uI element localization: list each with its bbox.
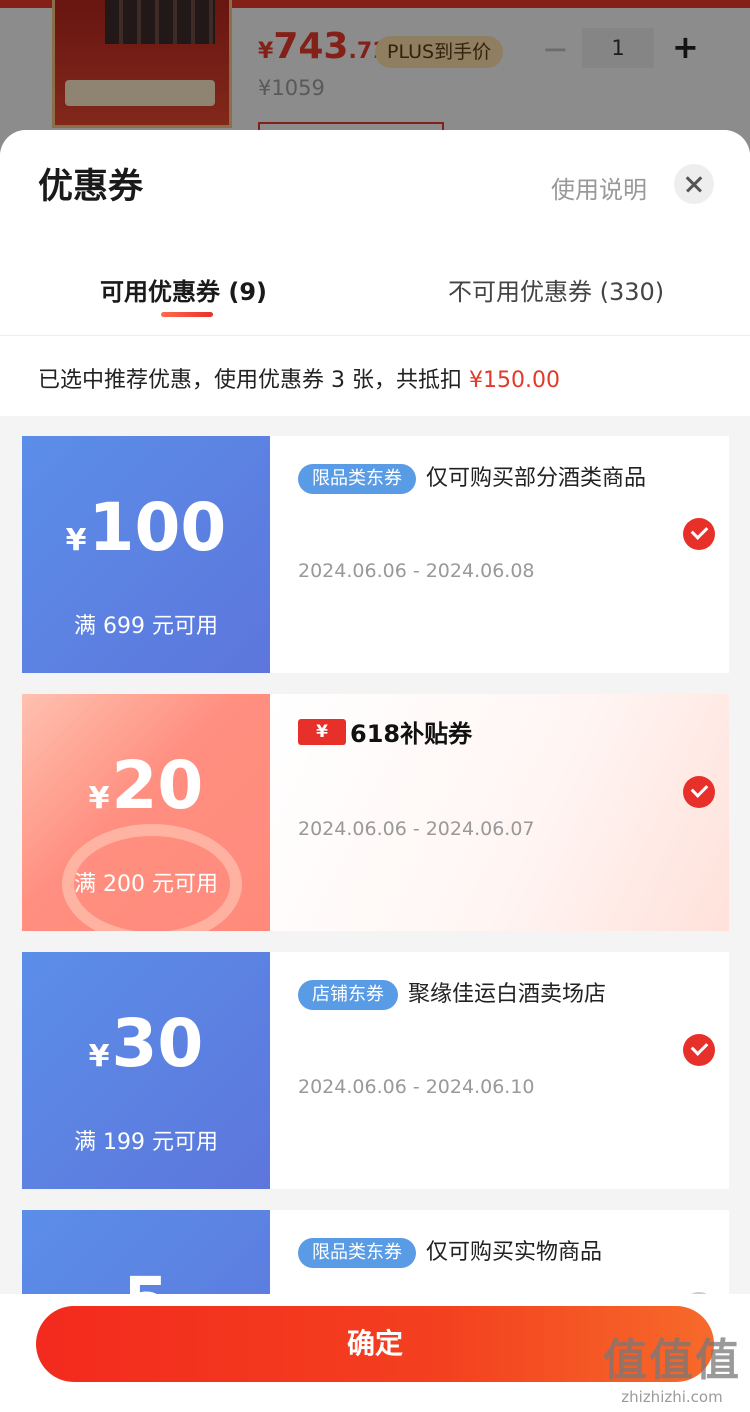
coupon-condition: 满 699 元可用	[74, 614, 218, 639]
yen-ticket-icon: ¥	[298, 718, 346, 745]
coupon-description-text: 仅可购买实物商品	[426, 1240, 603, 1265]
coupon-value-panel: ¥30 满 199 元可用	[22, 952, 270, 1189]
usage-instructions-link[interactable]: 使用说明	[551, 170, 647, 205]
coupon-type-tag: 限品类东券	[298, 464, 416, 494]
coupon-card[interactable]: ¥30 满 199 元可用 店铺东券 聚缘佳运白酒卖场店 2024.06.06 -…	[22, 952, 729, 1189]
coupon-description: 限品类东券 仅可购买实物商品	[298, 1232, 668, 1274]
coupon-validity-date: 2024.06.06 - 2024.06.10	[298, 1076, 535, 1098]
currency-symbol: ¥	[88, 1039, 110, 1074]
coupon-condition: 满 199 元可用	[74, 1130, 218, 1155]
coupon-type-tag: 店铺东券	[298, 980, 398, 1010]
coupon-condition: 满 200 元可用	[74, 872, 218, 897]
active-tab-indicator	[161, 312, 213, 317]
summary-text: 已选中推荐优惠，使用优惠券 3 张，共抵扣	[38, 368, 469, 393]
coupon-description-text: 仅可购买部分酒类商品	[426, 466, 647, 491]
coupon-info: ¥618补贴券 2024.06.06 - 2024.06.07	[270, 694, 729, 931]
tab-unavailable-coupons[interactable]: 不可用优惠券 (330)	[448, 272, 664, 307]
watermark-logo: 值值值	[603, 1335, 741, 1386]
coupon-validity-date: 2024.06.06 - 2024.06.08	[298, 560, 535, 582]
coupon-amount: ¥30	[22, 1004, 270, 1097]
coupon-amount-value: 20	[111, 747, 204, 824]
coupon-info: 限品类东券 仅可购买部分酒类商品 2024.06.06 - 2024.06.08	[270, 436, 729, 673]
subsidy-coupon-label: 618补贴券	[350, 720, 473, 748]
coupon-card[interactable]: ¥100 满 699 元可用 限品类东券 仅可购买部分酒类商品 2024.06.0…	[22, 436, 729, 673]
currency-symbol: ¥	[65, 523, 87, 558]
coupon-info: 店铺东券 聚缘佳运白酒卖场店 2024.06.06 - 2024.06.10	[270, 952, 729, 1189]
coupon-sheet: 优惠券 使用说明 可用优惠券 (9) 不可用优惠券 (330) 已选中推荐优惠，…	[0, 130, 750, 1412]
sheet-title: 优惠券	[38, 167, 144, 207]
coupon-amount-value: 30	[111, 1005, 204, 1082]
currency-symbol: ¥	[88, 781, 110, 816]
coupon-description-text: 聚缘佳运白酒卖场店	[408, 982, 607, 1007]
tab-available-coupons[interactable]: 可用优惠券 (9)	[100, 272, 267, 307]
coupon-value-panel: ¥100 满 699 元可用	[22, 436, 270, 673]
checkmark-icon[interactable]	[683, 1034, 715, 1066]
coupon-amount-value: 100	[88, 489, 227, 566]
divider	[0, 335, 750, 336]
coupon-card[interactable]: ¥20 满 200 元可用 ¥618补贴券 2024.06.06 - 2024.…	[22, 694, 729, 931]
checkmark-icon[interactable]	[683, 776, 715, 808]
coupon-value-panel: ¥20 满 200 元可用	[22, 694, 270, 931]
watermark-domain: zhizhizhi.com	[621, 1388, 723, 1406]
subsidy-coupon-badge: ¥618补贴券	[298, 714, 472, 748]
coupon-type-tag: 限品类东券	[298, 1238, 416, 1268]
sheet-header: 优惠券 使用说明 可用优惠券 (9) 不可用优惠券 (330) 已选中推荐优惠，…	[0, 130, 750, 416]
coupon-description: 店铺东券 聚缘佳运白酒卖场店	[298, 974, 668, 1016]
coupon-description: 限品类东券 仅可购买部分酒类商品	[298, 458, 668, 500]
summary-amount: ¥150.00	[468, 368, 560, 393]
close-icon[interactable]	[674, 164, 714, 204]
checkmark-icon[interactable]	[683, 518, 715, 550]
selection-summary: 已选中推荐优惠，使用优惠券 3 张，共抵扣 ¥150.00	[38, 362, 560, 394]
coupon-amount: ¥20	[22, 746, 270, 839]
coupon-amount: ¥100	[22, 488, 270, 581]
site-watermark: 值值值 zhizhizhi.com	[600, 1324, 744, 1406]
coupon-validity-date: 2024.06.06 - 2024.06.07	[298, 818, 535, 840]
